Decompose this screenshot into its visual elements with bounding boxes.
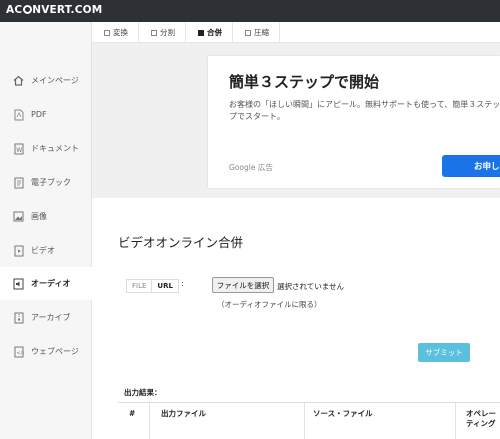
image-icon (13, 211, 24, 223)
checkbox-icon (198, 29, 204, 36)
tab-label: 圧縮 (254, 28, 269, 37)
tab[interactable]: 分割 (139, 22, 186, 43)
checkbox-icon (151, 29, 157, 36)
ad-cta-button[interactable]: お申し (442, 155, 500, 177)
sidebar-item-label: アーカイブ (31, 313, 71, 322)
page-title: ビデオオンライン合併 (118, 235, 244, 250)
sidebar-item-label: ドキュメント (31, 144, 79, 153)
sidebar-item[interactable]: PDF (0, 98, 92, 131)
sidebar-item-label: メインページ (31, 76, 79, 85)
file-status: 選択されていません (277, 282, 345, 291)
sidebar-item[interactable]: ビデオ (0, 234, 92, 267)
col-divider (304, 403, 305, 439)
audio-icon (13, 278, 24, 290)
tab-label: 合併 (207, 28, 222, 37)
tab-label: 変換 (113, 28, 128, 37)
col-header-index: # (129, 409, 136, 418)
webpage-icon: </> (13, 346, 24, 358)
sidebar-item[interactable]: オーディオ (0, 267, 95, 300)
tab[interactable]: 圧縮 (233, 22, 280, 43)
logo-text-left: AC (6, 4, 23, 16)
sidebar-item[interactable]: 電子ブック (0, 166, 92, 199)
document-icon: W (13, 143, 24, 155)
source-url-option[interactable]: URL (151, 280, 178, 292)
sidebar-item-label: 電子ブック (31, 178, 71, 187)
pdf-icon (13, 109, 24, 121)
results-table: # 出力ファイル ソース・ファイル オペレーティング (118, 402, 500, 439)
site-logo[interactable]: AC NVERT.COM (6, 4, 102, 16)
ebook-icon (13, 177, 24, 189)
col-header-output-file: 出力ファイル (161, 409, 206, 418)
ad-text: お客様の「ほしい瞬間」にアピール。無料サポートも使って、簡単３ステップでスタート… (229, 100, 500, 121)
tab-label: 分割 (160, 28, 175, 37)
sidebar-item[interactable]: 画像 (0, 200, 92, 233)
tab[interactable]: 変換 (92, 22, 139, 43)
sidebar-item[interactable]: </> ウェブページ (0, 335, 92, 368)
checkbox-icon (104, 29, 110, 36)
col-header-operation: オペレーティング (466, 409, 496, 428)
sidebar-item[interactable]: アーカイブ (0, 301, 92, 334)
ad-banner[interactable]: 簡単３ステップで開始 お客様の「ほしい瞬間」にアピール。無料サポートも使って、簡… (208, 56, 500, 188)
checkbox-icon (245, 29, 251, 36)
col-divider (149, 403, 150, 439)
archive-icon (13, 312, 24, 324)
sidebar-item[interactable]: W ドキュメント (0, 132, 92, 165)
sidebar-item[interactable]: メインページ (0, 64, 92, 97)
ad-title: 簡単３ステップで開始 (229, 73, 380, 91)
sidebar-item-label: PDF (31, 110, 47, 119)
home-icon (13, 75, 24, 87)
results-label: 出力結果： (124, 388, 162, 397)
submit-button[interactable]: サブミット (418, 343, 470, 362)
choose-file-button[interactable]: ファイルを選択 (212, 277, 274, 293)
source-colon: : (181, 279, 184, 288)
sidebar-item-label: ウェブページ (31, 347, 79, 356)
video-icon (13, 245, 24, 257)
col-divider (455, 403, 456, 439)
sidebar-item-label: 画像 (31, 212, 47, 221)
source-file-option[interactable]: FILE (127, 280, 151, 292)
sidebar-item-label: ビデオ (31, 246, 55, 255)
ad-source: Google 広告 (229, 163, 273, 172)
tab[interactable]: 合併 (186, 22, 233, 43)
source-toggle: FILE URL (126, 279, 179, 293)
logo-ring-icon (22, 5, 32, 14)
logo-text-right: NVERT.COM (32, 4, 103, 16)
svg-text:W: W (16, 147, 22, 154)
file-hint: （オーディオファイルに限る） (217, 300, 322, 309)
sidebar-item-label: オーディオ (31, 279, 71, 288)
svg-text:</>: </> (16, 350, 24, 356)
top-bar: AC NVERT.COM (0, 0, 500, 22)
col-header-source-file: ソース・ファイル (313, 409, 373, 418)
